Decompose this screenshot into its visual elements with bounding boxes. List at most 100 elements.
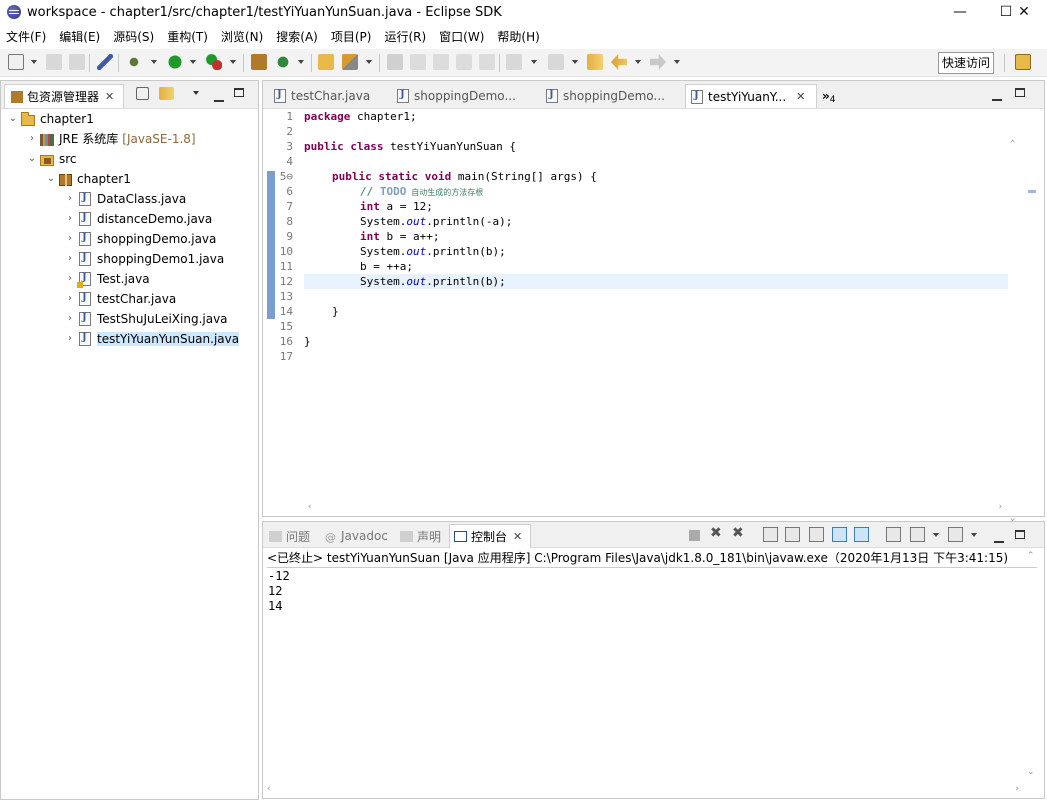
display-console-icon[interactable] (910, 527, 925, 542)
menu-project[interactable]: 项目(P) (325, 28, 379, 45)
chevron-right-icon[interactable]: › (63, 213, 77, 224)
pin-console-icon[interactable] (886, 527, 901, 542)
block-select-icon[interactable] (456, 54, 472, 70)
new-package-icon[interactable] (251, 54, 267, 70)
previous-annotation-dropdown-icon[interactable] (572, 60, 578, 64)
chevron-down-icon[interactable]: ⌄ (25, 153, 39, 164)
horizontal-scrollbar[interactable]: ‹ › (303, 499, 1007, 516)
back-icon[interactable] (611, 54, 627, 70)
new-class-dropdown-icon[interactable] (298, 60, 304, 64)
menu-source[interactable]: 源码(S) (107, 28, 161, 45)
show-whitespace-icon[interactable] (479, 54, 495, 70)
clear-console-icon[interactable] (763, 527, 778, 542)
chevron-right-icon[interactable]: › (63, 333, 77, 344)
next-annotation-dropdown-icon[interactable] (531, 60, 537, 64)
chevron-right-icon[interactable]: › (63, 253, 77, 264)
chevron-right-icon[interactable]: › (63, 313, 77, 324)
back-dropdown-icon[interactable] (635, 60, 641, 64)
debug-icon[interactable] (126, 54, 142, 70)
chevron-right-icon[interactable]: › (63, 233, 77, 244)
run-dropdown-icon[interactable] (190, 60, 196, 64)
tree-file[interactable]: › DataClass.java (63, 189, 186, 208)
maximize-editor-button[interactable] (1015, 87, 1025, 100)
tree-file[interactable]: › Test.java (63, 269, 150, 288)
menu-navigate[interactable]: 浏览(N) (215, 28, 270, 45)
menu-file[interactable]: 文件(F) (0, 28, 53, 45)
open-type-icon[interactable] (318, 54, 334, 70)
close-icon[interactable]: ✕ (796, 90, 805, 103)
tree-jre[interactable]: › JRE 系统库 [JavaSE-1.8] (25, 129, 196, 148)
tab-console[interactable]: 控制台 ✕ (449, 524, 531, 548)
scroll-up-icon[interactable]: ⌃ (1010, 139, 1015, 149)
tab-package-explorer[interactable]: 包资源管理器 ✕ (4, 84, 124, 108)
editor-tab[interactable]: shoppingDemo... (541, 84, 681, 108)
remove-all-launches-icon[interactable]: ✖ (732, 525, 747, 541)
edit-icon[interactable] (410, 54, 426, 70)
new-class-icon[interactable] (275, 54, 291, 70)
editor-tab-active[interactable]: testYiYuanY... ✕ (685, 84, 817, 108)
previous-annotation-icon[interactable] (548, 54, 564, 70)
annotation-icon[interactable] (387, 54, 403, 70)
editor-tab[interactable]: testChar.java (269, 84, 387, 108)
last-edit-icon[interactable] (587, 54, 603, 70)
tree-file[interactable]: › shoppingDemo1.java (63, 249, 224, 268)
scroll-lock-icon[interactable] (785, 527, 800, 542)
menu-help[interactable]: 帮助(H) (491, 28, 546, 45)
tree-package[interactable]: ⌄ chapter1 (44, 169, 131, 188)
chevron-right-icon[interactable]: › (63, 273, 77, 284)
tree-file-selected[interactable]: › testYiYuanYunSuan.java (63, 329, 240, 348)
tab-declaration[interactable]: 声明 (397, 524, 447, 548)
chevron-right-icon[interactable]: › (63, 293, 77, 304)
console-horizontal-scrollbar[interactable]: ‹ › (263, 781, 1023, 798)
quick-access-field[interactable]: 快速访问 (937, 52, 994, 74)
show-on-stdout-icon[interactable] (832, 527, 847, 542)
editor-tab[interactable]: shoppingDemo... (392, 84, 532, 108)
open-console-icon[interactable] (948, 527, 963, 542)
scroll-left-icon[interactable]: ‹ (307, 502, 312, 512)
minimize-console-button[interactable] (994, 533, 1004, 546)
run-icon[interactable] (167, 54, 183, 70)
tree-file[interactable]: › shoppingDemo.java (63, 229, 216, 248)
toggle-mark-icon[interactable] (433, 54, 449, 70)
chevron-right-icon[interactable]: › (25, 133, 39, 144)
menu-search[interactable]: 搜索(A) (270, 28, 325, 45)
tree-src[interactable]: ⌄ src (25, 149, 77, 168)
code-text-area[interactable]: 1 2 3 4 5⊖ 6 7 8 9 10 11 12 13 14 15 16 … (263, 109, 1044, 523)
tree-file[interactable]: › distanceDemo.java (63, 209, 212, 228)
menu-window[interactable]: 窗口(W) (433, 28, 491, 45)
save-icon[interactable] (46, 54, 62, 70)
minimize-editor-button[interactable] (992, 91, 1002, 104)
tree-file[interactable]: › TestShuJuLeiXing.java (63, 309, 228, 328)
close-icon[interactable]: ✕ (105, 90, 114, 103)
terminate-icon[interactable] (689, 530, 700, 541)
chevron-down-icon[interactable]: ⌄ (44, 173, 58, 184)
maximize-console-button[interactable] (1015, 529, 1025, 542)
close-button[interactable]: ✕ (1001, 0, 1047, 24)
save-all-icon[interactable] (69, 54, 85, 70)
chevron-right-icon[interactable]: › (63, 193, 77, 204)
close-icon[interactable]: ✕ (513, 530, 522, 543)
tab-javadoc[interactable]: @ Javadoc (321, 524, 395, 548)
collapse-all-icon[interactable] (136, 87, 149, 100)
search-tool-icon[interactable] (342, 54, 358, 70)
scroll-left-icon[interactable]: ‹ (267, 784, 271, 794)
menu-edit[interactable]: 编辑(E) (53, 28, 107, 45)
tab-problems[interactable]: 问题 (266, 524, 320, 548)
forward-dropdown-icon[interactable] (674, 60, 680, 64)
display-console-dropdown-icon[interactable] (933, 533, 939, 537)
scroll-right-icon[interactable]: › (998, 502, 1003, 512)
next-annotation-icon[interactable] (506, 54, 522, 70)
view-menu-icon[interactable] (193, 91, 199, 95)
new-icon[interactable] (8, 54, 24, 70)
scroll-right-icon[interactable]: › (1015, 784, 1019, 794)
link-with-editor-icon[interactable] (159, 87, 174, 100)
forward-icon[interactable] (650, 54, 666, 70)
open-perspective-icon[interactable] (1015, 54, 1031, 70)
menu-run[interactable]: 运行(R) (378, 28, 433, 45)
vertical-scrollbar[interactable]: ⌃ ⌄ (1005, 137, 1022, 525)
scroll-up-icon[interactable]: ⌃ (1027, 551, 1035, 561)
remove-launch-icon[interactable]: ✖ (710, 525, 725, 541)
overview-ruler-marker[interactable] (1028, 190, 1036, 193)
tree-project[interactable]: ⌄ chapter1 (6, 109, 94, 128)
console-vertical-scrollbar[interactable]: ⌃ ⌄ (1022, 549, 1039, 779)
